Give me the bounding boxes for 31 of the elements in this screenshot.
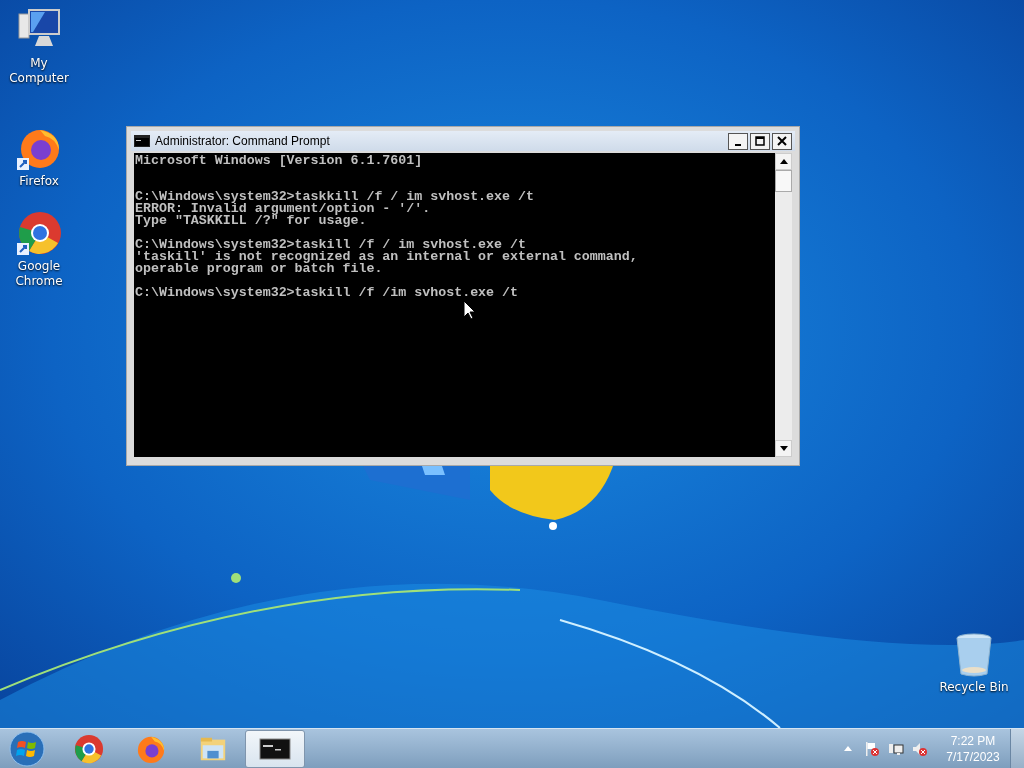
show-desktop-button[interactable] (1010, 729, 1024, 768)
maximize-button[interactable] (750, 132, 770, 150)
cursor-icon (464, 301, 476, 320)
flag-error-icon[interactable] (864, 740, 880, 757)
vertical-scrollbar[interactable] (775, 153, 792, 457)
desktop-icon-label[interactable]: Firefox (19, 174, 59, 189)
desktop-icon-label[interactable]: Google Chrome (0, 259, 78, 289)
window-title: Administrator: Command Prompt (155, 134, 330, 148)
console-line: 'taskill' is not recognized as an internal or external command, (135, 251, 638, 263)
console-line: C:\Windows\system32>taskkill /f / im svhost.exe /t (135, 191, 534, 203)
scroll-thumb[interactable] (775, 170, 792, 192)
scroll-down-icon[interactable] (779, 446, 788, 451)
console-line: Type "TASKKILL /?" for usage. (135, 215, 367, 227)
console-line: C:\Windows\system32>taskill /f /im svhost.exe /t (135, 287, 518, 299)
console-line: ERROR: Invalid argument/option - '/'. (135, 203, 431, 215)
close-icon (777, 136, 787, 146)
chrome-icon[interactable] (15, 209, 63, 257)
console-icon (134, 135, 150, 147)
start-button[interactable] (9, 730, 45, 767)
taskbar-cmd-button[interactable] (245, 729, 305, 768)
chrome-icon (73, 733, 105, 764)
minimize-icon (735, 143, 741, 146)
scroll-up-icon[interactable] (779, 159, 788, 164)
console-line: Microsoft Windows [Version 6.1.7601] (135, 155, 423, 167)
console-line: operable program or batch file. (135, 263, 383, 275)
desktop-icon-label[interactable]: Recycle Bin (939, 680, 1009, 695)
maximize-icon (755, 136, 765, 146)
close-button[interactable] (772, 132, 792, 150)
desktop-icon-label[interactable]: My Computer (0, 56, 78, 86)
minimize-button[interactable] (728, 132, 748, 150)
console-line: C:\Windows\system32>taskill /f / im svhost.exe /t (135, 239, 526, 251)
